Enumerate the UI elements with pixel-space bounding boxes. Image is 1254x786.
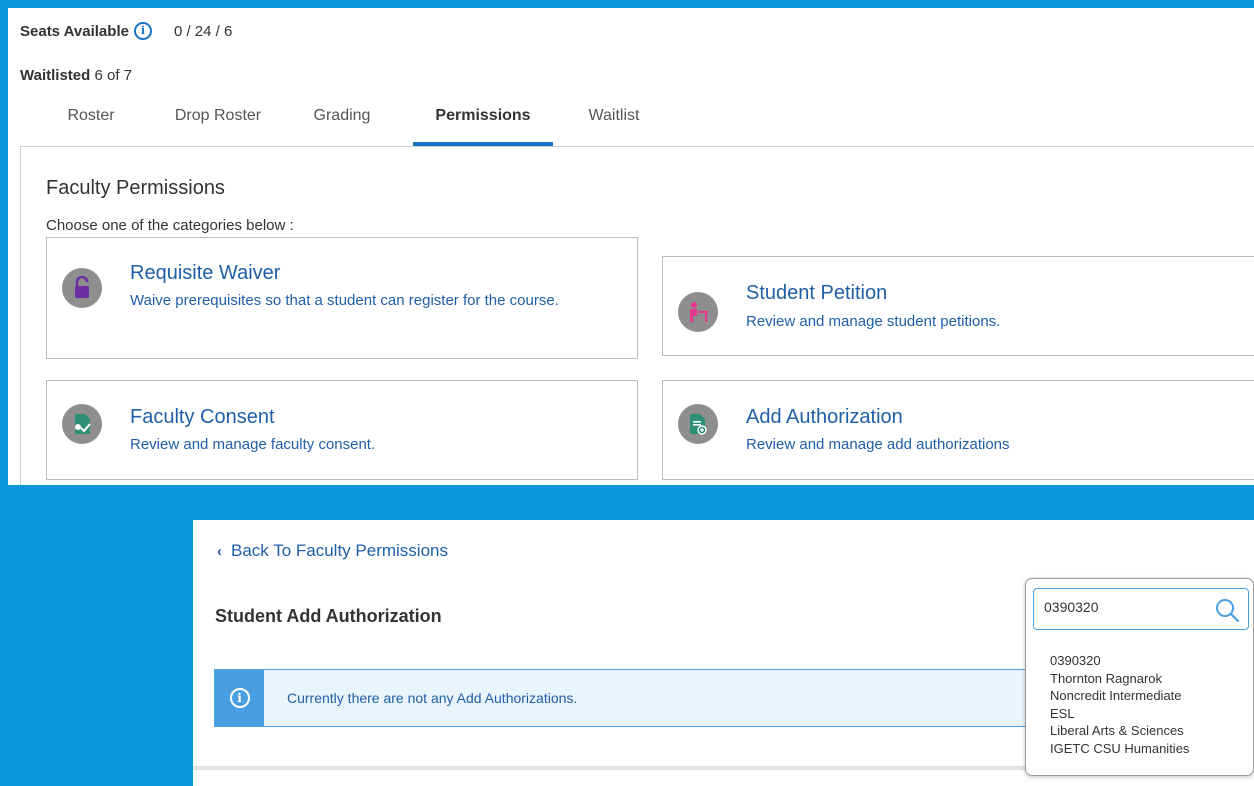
seats-available-label: Seats Available <box>20 22 129 40</box>
faculty-permissions-title: Faculty Permissions <box>46 177 225 199</box>
requisite-waiver-card[interactable]: Requisite Waiver Waive prerequisites so … <box>46 237 638 359</box>
alert-icon-bar: i <box>215 670 264 726</box>
faculty-consent-card[interactable]: Faculty Consent Review and manage facult… <box>46 380 638 480</box>
tab-waitlist[interactable]: Waitlist <box>579 104 649 146</box>
search-input[interactable] <box>1044 599 1204 615</box>
search-result-item[interactable]: 0390320 Thornton Ragnarok Noncredit Inte… <box>1050 652 1189 757</box>
back-to-faculty-permissions-link[interactable]: ‹ Back To Faculty Permissions <box>217 541 448 561</box>
search-field <box>1033 588 1249 630</box>
faculty-permissions-subtitle: Choose one of the categories below : <box>46 217 294 234</box>
result-program: Noncredit Intermediate <box>1050 688 1182 703</box>
info-icon[interactable]: i <box>133 22 152 40</box>
result-program-detail: ESL <box>1050 705 1075 721</box>
seats-available-value: 0 / 24 / 6 <box>173 22 233 40</box>
info-icon: i <box>229 688 250 708</box>
result-student-id: 0390320 <box>1050 653 1101 668</box>
requisite-waiver-description: Waive prerequisites so that a student ca… <box>130 292 559 309</box>
page-title: Student Add Authorization <box>215 606 442 626</box>
waitlisted-label: Waitlisted <box>20 67 91 84</box>
unlock-icon <box>62 268 102 308</box>
result-plan: IGETC CSU Humanities <box>1050 740 1190 756</box>
document-add-icon <box>678 404 718 444</box>
faculty-consent-title: Faculty Consent <box>130 406 275 428</box>
student-desk-icon <box>678 292 718 332</box>
seats-available: Seats Available i 0 / 24 / 6 <box>20 22 232 40</box>
add-authorization-title: Add Authorization <box>746 406 903 428</box>
add-authorization-card[interactable]: Add Authorization Review and manage add … <box>662 380 1254 480</box>
faculty-permissions-section: Faculty Permissions Choose one of the ca… <box>20 146 1254 485</box>
chevron-left-icon: ‹ <box>217 542 222 560</box>
waitlisted-value: 6 of 7 <box>94 67 132 84</box>
alert-message: Currently there are not any Add Authoriz… <box>287 690 578 706</box>
student-petition-description: Review and manage student petitions. <box>746 313 1001 330</box>
result-major: Liberal Arts & Sciences <box>1050 723 1184 738</box>
student-petition-card[interactable]: Student Petition Review and manage stude… <box>662 256 1254 356</box>
student-search-popover: 0390320 Thornton Ragnarok Noncredit Inte… <box>1025 578 1254 776</box>
result-student-name: Thornton Ragnarok <box>1050 670 1163 686</box>
faculty-consent-description: Review and manage faculty consent. <box>130 436 376 453</box>
search-icon[interactable] <box>1214 597 1240 623</box>
add-authorization-description: Review and manage add authorizations <box>746 436 1010 453</box>
tab-permissions[interactable]: Permissions <box>413 104 553 146</box>
tab-roster[interactable]: Roster <box>46 104 136 146</box>
student-petition-title: Student Petition <box>746 282 888 304</box>
tab-grading[interactable]: Grading <box>302 104 382 146</box>
waitlisted-status: Waitlisted 6 of 7 <box>20 67 132 84</box>
requisite-waiver-title: Requisite Waiver <box>130 262 281 284</box>
back-link-label: Back To Faculty Permissions <box>231 541 448 560</box>
tab-bar: Roster Drop Roster Grading Permissions W… <box>20 104 1254 146</box>
class-detail-panel: Seats Available i 0 / 24 / 6 Waitlisted … <box>8 8 1254 485</box>
tab-drop-roster[interactable]: Drop Roster <box>163 104 273 146</box>
document-check-icon <box>62 404 102 444</box>
